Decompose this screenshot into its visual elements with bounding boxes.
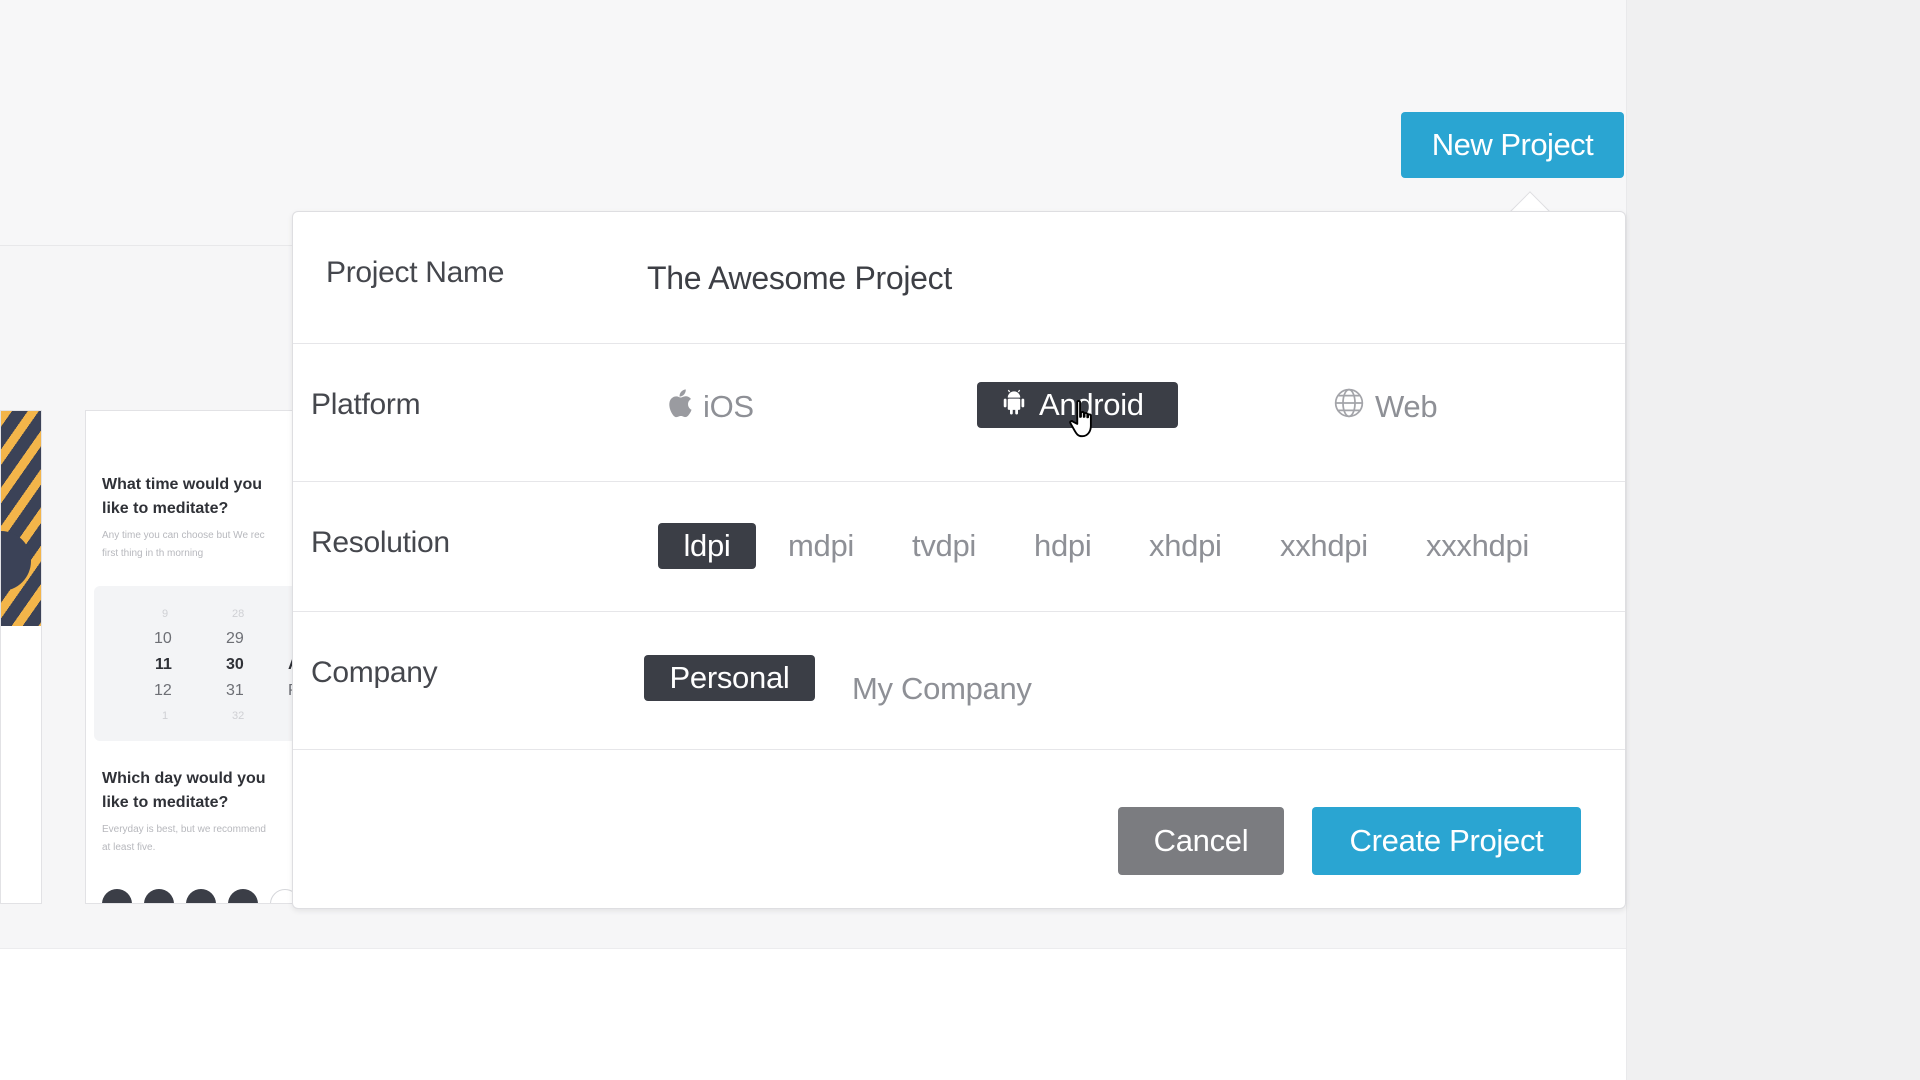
thumbnail-subtext-time: Any time you can choose but We rec [102,530,265,541]
company-label: Company [311,656,438,689]
picker-minute: 29 [226,630,244,647]
resolution-row: Resolution ldpi mdpi tvdpi hdpi xhdpi xx… [293,482,1625,612]
cancel-button[interactable]: Cancel [1118,807,1284,875]
thumbnail-question-day: Which day would you like to meditate? [102,770,266,811]
resolution-option-hdpi[interactable]: hdpi [1034,523,1092,569]
picker-minute-selected: 30 [226,656,244,673]
scrollbar-track[interactable] [1626,0,1920,1080]
resolution-option-tvdpi[interactable]: tvdpi [912,523,976,569]
thumbnail-subtext-time-2: first thing in th morning [102,548,204,559]
hand-cursor-icon [1069,400,1092,438]
resolution-option-mdpi[interactable]: mdpi [788,523,854,569]
project-name-input[interactable]: The Awesome Project [647,260,952,297]
picker-minute: 31 [226,682,244,699]
platform-option-ios[interactable]: iOS [665,384,754,430]
picker-hour-selected: 11 [155,656,172,673]
create-project-button[interactable]: Create Project [1312,807,1581,875]
platform-row: Platform iOS Android Web [293,344,1625,482]
lower-area [0,948,1626,1080]
thumbnail-artwork [1,411,41,626]
resolution-option-xhdpi[interactable]: xhdpi [1149,523,1222,569]
platform-option-label: Web [1375,389,1438,424]
day-dot [102,889,132,903]
platform-option-web[interactable]: Web [1333,384,1438,432]
resolution-label: Resolution [311,526,450,559]
resolution-option-xxhdpi[interactable]: xxhdpi [1280,523,1368,569]
project-name-row: Project Name The Awesome Project [293,212,1625,344]
screen-thumbnail-meditate[interactable]: What time would you like to meditate? An… [85,410,295,904]
thumbnail-subtext-day-2: at least five. [102,842,156,853]
new-project-button[interactable]: New Project [1401,112,1624,178]
platform-label: Platform [311,388,421,421]
project-name-label: Project Name [326,256,505,289]
picker-hour: 12 [154,682,172,699]
resolution-option-ldpi[interactable]: ldpi [658,523,756,569]
day-dot [186,889,216,903]
company-option-personal[interactable]: Personal [644,655,815,701]
android-icon [999,384,1029,430]
screen-thumbnail-left[interactable] [0,410,42,904]
globe-icon [1333,386,1365,432]
thumbnail-question-time: What time would you like to meditate? [102,476,262,517]
day-dot [228,889,258,903]
picker-hour: 10 [154,630,172,647]
day-dot [144,889,174,903]
company-row: Company Personal My Company [293,612,1625,750]
apple-icon [665,386,693,432]
platform-option-label: iOS [703,389,754,424]
new-project-popover: Project Name The Awesome Project Platfor… [292,211,1626,909]
time-picker: 9 28 10 11 12 29 30 31 A P 1 32 [94,586,294,741]
company-option-my-company[interactable]: My Company [852,666,1032,712]
resolution-option-xxxhdpi[interactable]: xxxhdpi [1426,523,1529,569]
thumbnail-subtext-day: Everyday is best, but we recommend [102,824,266,835]
